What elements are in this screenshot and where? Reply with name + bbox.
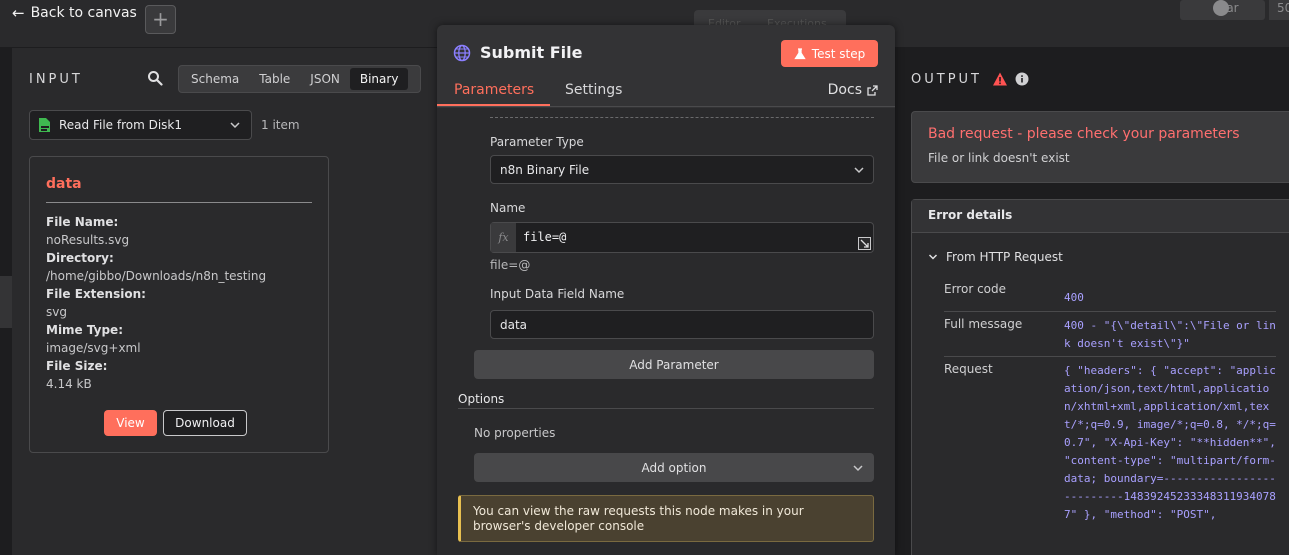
directory-key: Directory: — [46, 251, 114, 265]
file-size-key: File Size: — [46, 359, 108, 373]
input-view-tabs: Schema Table JSON Binary — [178, 65, 421, 93]
download-button[interactable]: Download — [163, 410, 247, 436]
github-icon — [1213, 0, 1229, 16]
tab-binary[interactable]: Binary — [349, 68, 409, 90]
docs-label: Docs — [827, 82, 862, 98]
error-code-value: 400 — [1064, 291, 1084, 304]
input-panel-title: INPUT — [29, 72, 83, 87]
name-expression-input[interactable]: fx file=@ — [490, 222, 874, 253]
binary-card-title: data — [46, 176, 312, 203]
file-extension-key: File Extension: — [46, 287, 146, 301]
parameter-divider — [490, 117, 874, 118]
error-summary: Bad request - please check your paramete… — [911, 111, 1289, 183]
file-name-value: noResults.svg — [46, 233, 130, 247]
mime-type-key: Mime Type: — [46, 323, 123, 337]
parameter-type-select[interactable]: n8n Binary File — [490, 155, 874, 184]
full-message-value: 400 - "{\"detail\":\"File or link doesn'… — [1064, 319, 1276, 350]
error-code-key: Error code — [944, 282, 1007, 296]
input-data-field-label: Input Data Field Name — [490, 287, 625, 301]
github-star-count: 50 — [1269, 0, 1289, 20]
name-value: file=@ — [523, 230, 567, 244]
add-node-button[interactable]: + — [145, 5, 176, 34]
back-to-canvas-link[interactable]: ← Back to canvas — [12, 4, 137, 22]
arrow-left-icon: ← — [12, 4, 25, 22]
item-count: 1 item — [261, 118, 300, 132]
add-parameter-button[interactable]: Add Parameter — [474, 350, 874, 379]
error-details-title: Error details — [912, 200, 1289, 233]
from-http-request-label: From HTTP Request — [946, 250, 1063, 264]
add-option-button[interactable]: Add option — [474, 453, 874, 482]
binary-data-card: data File Name: noResults.svg Directory:… — [29, 156, 329, 453]
chevron-down-icon — [230, 122, 240, 129]
tab-settings[interactable]: Settings — [565, 82, 622, 104]
input-node-select[interactable]: Read File from Disk1 — [29, 110, 252, 140]
name-preview-hint: file=@ — [490, 258, 531, 272]
error-title: Bad request - please check your paramete… — [928, 126, 1240, 142]
node-header: Submit File Test step — [437, 25, 895, 81]
full-message-row: Full message 400 - "{\"detail\":\"File o… — [944, 317, 1276, 357]
chevron-down-icon — [928, 254, 938, 260]
file-size-value: 4.14 kB — [46, 377, 92, 391]
docs-link[interactable]: Docs — [828, 82, 878, 98]
output-panel-title: OUTPUT — [911, 72, 982, 87]
tab-schema[interactable]: Schema — [181, 68, 249, 90]
from-http-request-toggle[interactable]: From HTTP Request — [928, 250, 1063, 264]
chevron-down-icon — [853, 465, 863, 472]
add-option-label: Add option — [641, 460, 707, 475]
binary-card-actions: View Download — [104, 410, 247, 436]
full-message-key: Full message — [944, 317, 1023, 331]
test-step-button[interactable]: Test step — [781, 40, 878, 67]
binary-metadata-list: File Name: noResults.svg Directory: /hom… — [46, 213, 312, 393]
back-to-canvas-label: Back to canvas — [30, 5, 137, 21]
file-extension-value: svg — [46, 305, 67, 319]
search-icon[interactable] — [147, 70, 163, 86]
flask-icon — [794, 47, 806, 59]
fx-badge: fx — [491, 223, 516, 252]
input-data-field-input[interactable]: data — [490, 310, 874, 339]
view-button[interactable]: View — [104, 410, 157, 436]
node-title[interactable]: Submit File — [480, 43, 583, 62]
request-value: { "headers": { "accept": "application/js… — [1064, 364, 1283, 521]
options-label: Options — [458, 392, 505, 406]
error-code-row: Error code 400 — [944, 282, 1276, 312]
tab-json[interactable]: JSON — [300, 68, 350, 90]
node-tabs: Parameters Settings Docs — [437, 81, 895, 107]
read-file-icon — [39, 118, 50, 132]
tab-table[interactable]: Table — [249, 68, 300, 90]
raw-requests-notice: You can view the raw requests this node … — [458, 495, 874, 542]
globe-icon — [453, 44, 471, 62]
request-key: Request — [944, 362, 993, 376]
expand-icon[interactable] — [858, 237, 871, 250]
input-panel: INPUT Schema Table JSON Binary Read File… — [12, 48, 439, 555]
info-icon[interactable] — [1015, 72, 1029, 86]
error-message: File or link doesn't exist — [928, 151, 1070, 165]
no-properties-text: No properties — [474, 426, 556, 440]
parameter-type-value: n8n Binary File — [500, 163, 590, 177]
chevron-down-icon — [854, 167, 864, 174]
request-row: Request { "headers": { "accept": "applic… — [944, 362, 1276, 555]
file-name-key: File Name: — [46, 215, 119, 229]
mime-type-value: image/svg+xml — [46, 341, 141, 355]
parameters-body: Parameter Type n8n Binary File Name fx f… — [437, 108, 895, 555]
name-label: Name — [490, 201, 526, 215]
tab-parameters[interactable]: Parameters — [437, 82, 551, 106]
warning-icon — [993, 72, 1007, 86]
directory-value: /home/gibbo/Downloads/n8n_testing — [46, 269, 267, 283]
node-settings-panel: Submit File Test step Parameters Setting… — [437, 25, 895, 555]
options-divider — [458, 408, 874, 409]
test-step-label: Test step — [811, 46, 866, 61]
parameter-type-label: Parameter Type — [490, 135, 584, 149]
error-details-panel: Error details From HTTP Request Error co… — [911, 199, 1289, 555]
external-link-icon — [867, 84, 878, 96]
input-node-name: Read File from Disk1 — [59, 118, 183, 132]
